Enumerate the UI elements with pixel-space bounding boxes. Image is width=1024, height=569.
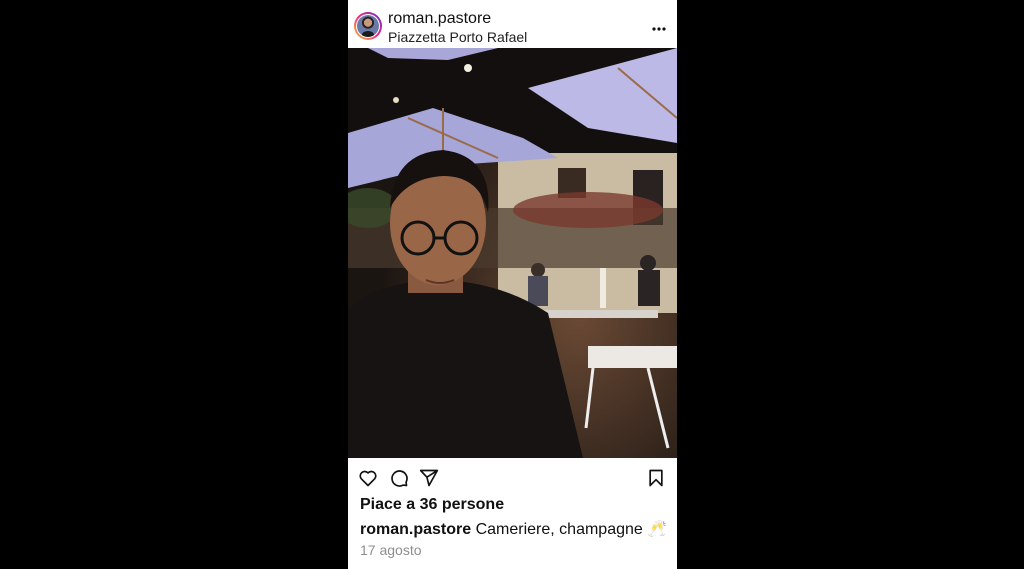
bookmark-icon[interactable] (646, 468, 666, 488)
post-username[interactable]: roman.pastore (388, 10, 491, 28)
caption-text: Cameriere, champagne 🥂 (475, 521, 668, 538)
avatar[interactable] (354, 12, 382, 40)
heart-icon[interactable] (358, 468, 378, 488)
post-location[interactable]: Piazzetta Porto Rafael (388, 29, 527, 45)
likes-count[interactable]: Piace a 36 persone (360, 496, 504, 514)
more-options-button[interactable] (652, 16, 666, 34)
post-header: roman.pastore Piazzetta Porto Rafael (348, 0, 677, 48)
post-photo-image (348, 48, 677, 458)
caption-username[interactable]: roman.pastore (360, 521, 471, 538)
avatar-ring (356, 14, 380, 38)
more-horizontal-icon (652, 27, 666, 31)
comment-icon[interactable] (389, 468, 409, 488)
instagram-post: roman.pastore Piazzetta Porto Rafael Pia… (348, 0, 677, 569)
post-photo[interactable] (348, 48, 677, 458)
share-icon[interactable] (419, 468, 439, 488)
post-date: 17 agosto (360, 542, 422, 558)
post-actions (348, 458, 677, 498)
avatar-image (357, 15, 379, 37)
post-caption: roman.pastore Cameriere, champagne 🥂 (360, 519, 667, 539)
